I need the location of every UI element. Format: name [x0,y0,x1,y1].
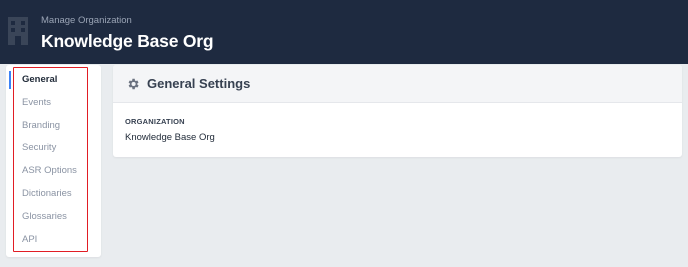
sidebar-item-branding[interactable]: Branding [6,115,101,137]
settings-sidebar: General Events Branding Security ASR Opt… [6,65,101,257]
sidebar-item-api[interactable]: API [6,229,101,251]
page-subtitle: Manage Organization [41,15,132,26]
building-icon [8,17,28,45]
organization-value: Knowledge Base Org [125,132,215,143]
sidebar-item-asr-options[interactable]: ASR Options [6,160,101,182]
sidebar-item-dictionaries[interactable]: Dictionaries [6,183,101,205]
card-title: General Settings [147,76,251,91]
sidebar-item-glossaries[interactable]: Glossaries [6,206,101,228]
gear-icon [128,78,139,90]
page-title: Knowledge Base Org [41,31,214,51]
sidebar-item-events[interactable]: Events [6,92,101,114]
organization-label: ORGANIZATION [125,117,185,126]
sidebar-item-general[interactable]: General [6,69,101,91]
page-header: Manage Organization Knowledge Base Org [0,0,688,64]
card-header: General Settings [113,65,682,103]
general-settings-card: General Settings ORGANIZATION Knowledge … [113,65,682,157]
sidebar-item-security[interactable]: Security [6,137,101,159]
